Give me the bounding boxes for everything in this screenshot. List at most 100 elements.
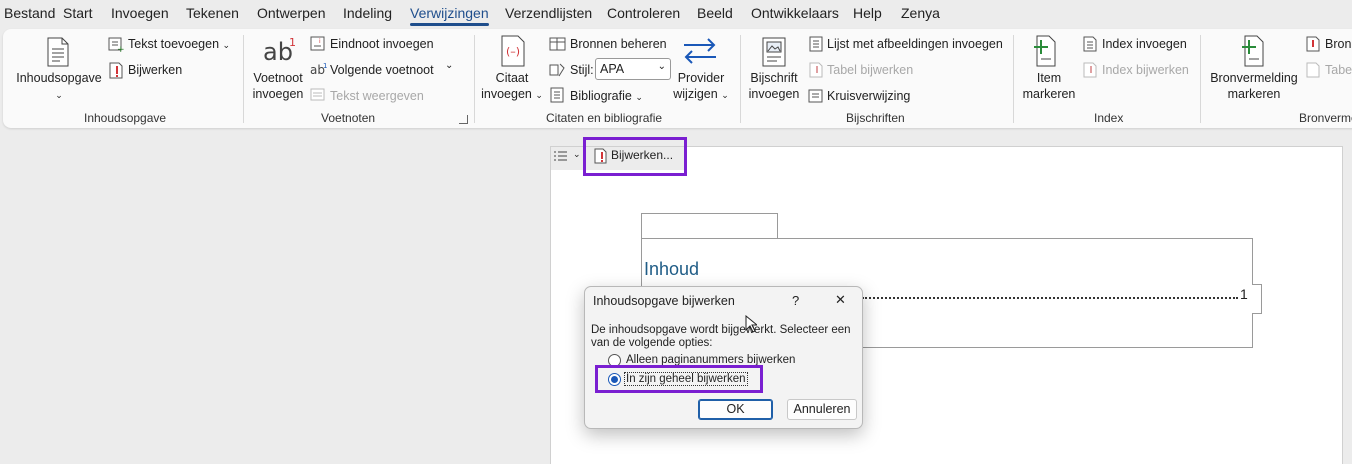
citation-style-select[interactable]: APA ⌄ [595, 58, 671, 80]
tab-start[interactable]: Start [63, 5, 93, 21]
table-of-contents-button[interactable]: Inhoudsopgave ⌄ [16, 70, 102, 103]
chevron-down-icon: ⌄ [721, 90, 729, 100]
insert-citation-icon: (–) [499, 35, 529, 70]
change-provider-icon [682, 37, 718, 68]
insert-table-of-authorities-button[interactable]: Bron [1325, 37, 1351, 51]
tab-controleren[interactable]: Controleren [607, 5, 680, 21]
group-divider [1200, 35, 1201, 123]
change-provider-button[interactable]: Provider wijzigen ⌄ [671, 70, 731, 103]
toc-dot-leader [862, 297, 1238, 299]
insert-citation-label-1: Citaat [495, 71, 529, 85]
chevron-down-icon[interactable]: ⌄ [445, 60, 453, 71]
manage-sources-button[interactable]: Bronnen beheren [570, 37, 667, 51]
update-table-button[interactable]: Tabel bijwerken [827, 63, 913, 77]
cross-reference-icon [808, 88, 824, 107]
style-icon [549, 62, 567, 81]
endnote-icon: i [310, 36, 326, 55]
tab-help[interactable]: Help [853, 5, 882, 21]
dialog-message-line-1: De inhoudsopgave wordt bijgewerkt. Selec… [591, 324, 851, 336]
insert-footnote-label-2: invoegen [252, 87, 304, 101]
tab-verzendlijsten[interactable]: Verzendlijsten [505, 5, 592, 21]
bibliography-label: Bibliografie [570, 89, 632, 103]
tab-indeling[interactable]: Indeling [343, 5, 392, 21]
tab-ontwikkelaars[interactable]: Ontwikkelaars [751, 5, 839, 21]
svg-text:1: 1 [323, 62, 327, 70]
insert-caption-button[interactable]: Bijschrift invoegen [746, 70, 802, 102]
tab-zenya[interactable]: Zenya [901, 5, 940, 21]
insert-caption-label-1: Bijschrift [750, 71, 798, 85]
svg-text:(–): (–) [506, 45, 520, 58]
next-footnote-button[interactable]: Volgende voetnoot [330, 63, 434, 77]
cancel-button[interactable]: Annuleren [787, 399, 857, 420]
ribbon: Inhoudsopgave ⌄ + Tekst toevoegen ⌄ Bijw… [3, 29, 1352, 128]
svg-text:+: + [117, 45, 124, 53]
help-icon[interactable]: ? [792, 293, 799, 308]
chevron-down-icon: ⌄ [55, 90, 63, 100]
toc-page-number: 1 [1240, 286, 1248, 302]
tab-bestand[interactable]: Bestand [4, 5, 55, 21]
dialog-message: De inhoudsopgave wordt bijgewerkt. Selec… [591, 324, 851, 350]
show-notes-icon [310, 88, 326, 105]
tab-ontwerpen[interactable]: Ontwerpen [257, 5, 325, 21]
dialog-title: Inhoudsopgave bijwerken [593, 294, 735, 308]
toc-control-icon[interactable] [553, 150, 569, 167]
tab-tekenen[interactable]: Tekenen [186, 5, 239, 21]
mouse-cursor-icon [745, 314, 759, 336]
insert-citation-label-2: invoegen [481, 87, 532, 101]
tab-invoegen[interactable]: Invoegen [111, 5, 169, 21]
update-toc-ribbon-button[interactable]: Bijwerken [128, 63, 182, 77]
add-text-icon: + [108, 37, 125, 56]
mark-citation-button[interactable]: Bronvermelding markeren [1207, 70, 1301, 102]
footnote-icon: ab 1 [261, 35, 297, 68]
mark-citation-icon [1241, 35, 1267, 70]
tab-verwijzingen[interactable]: Verwijzingen [410, 5, 489, 26]
group-label-toc: Inhoudsopgave [84, 111, 167, 125]
next-footnote-icon: ab 1 [310, 61, 328, 80]
ribbon-tab-bar: Bestand Start Invoegen Tekenen Ontwerpen… [0, 0, 1352, 28]
insert-citation-button[interactable]: Citaat invoegen ⌄ [477, 70, 547, 103]
insert-index-button[interactable]: Index invoegen [1102, 37, 1187, 51]
group-divider [740, 35, 741, 123]
add-text-button[interactable]: Tekst toevoegen ⌄ [128, 37, 230, 51]
mark-entry-icon [1033, 35, 1059, 70]
cross-reference-button[interactable]: Kruisverwijzing [827, 89, 910, 103]
manage-sources-icon [549, 36, 567, 55]
mark-citation-label-2: markeren [1227, 87, 1281, 101]
update-table-of-authorities-icon [1305, 62, 1321, 81]
insert-endnote-button[interactable]: Eindnoot invoegen [330, 37, 434, 51]
mark-entry-label-1: Item [1036, 71, 1062, 85]
mark-entry-button[interactable]: Item markeren [1021, 70, 1077, 102]
chevron-down-icon: ⌄ [635, 92, 643, 102]
update-index-button[interactable]: Index bijwerken [1102, 63, 1189, 77]
tab-beeld[interactable]: Beeld [697, 5, 733, 21]
chevron-down-icon: ⌄ [222, 40, 231, 50]
insert-footnote-label-1: Voetnoot [253, 71, 303, 85]
update-table-icon [108, 62, 124, 82]
update-table-icon [808, 62, 824, 81]
show-notes-button[interactable]: Tekst weergeven [330, 89, 424, 103]
bibliography-button[interactable]: Bibliografie ⌄ [570, 89, 643, 103]
footnotes-dialog-launcher-icon[interactable] [459, 115, 468, 124]
insert-caption-icon [760, 37, 788, 70]
group-label-authorities: Bronverme [1299, 111, 1352, 125]
add-text-label: Tekst toevoegen [128, 37, 220, 51]
group-divider [1013, 35, 1014, 123]
chevron-down-icon[interactable]: ⌄ [573, 149, 581, 160]
toc-heading: Inhoud [644, 259, 700, 279]
close-icon[interactable]: ✕ [835, 292, 846, 308]
ok-button[interactable]: OK [698, 399, 773, 420]
group-label-citations: Citaten en bibliografie [546, 111, 663, 125]
highlight-box [595, 365, 763, 393]
bibliography-icon [549, 87, 567, 106]
highlight-box [583, 137, 687, 176]
change-provider-label-1: Provider [677, 71, 725, 85]
update-table-of-authorities-button[interactable]: Tabel [1325, 63, 1352, 77]
mark-citation-label-1: Bronvermelding [1210, 71, 1298, 85]
group-label-footnotes: Voetnoten [321, 111, 376, 125]
group-label-captions: Bijschriften [846, 111, 905, 125]
insert-footnote-button[interactable]: Voetnoot invoegen [249, 70, 307, 102]
insert-table-of-figures-button[interactable]: Lijst met afbeeldingen invoegen [827, 37, 1003, 51]
insert-table-of-figures-icon [808, 36, 824, 55]
toc-side-tab [1252, 284, 1262, 314]
insert-index-icon [1082, 36, 1098, 55]
